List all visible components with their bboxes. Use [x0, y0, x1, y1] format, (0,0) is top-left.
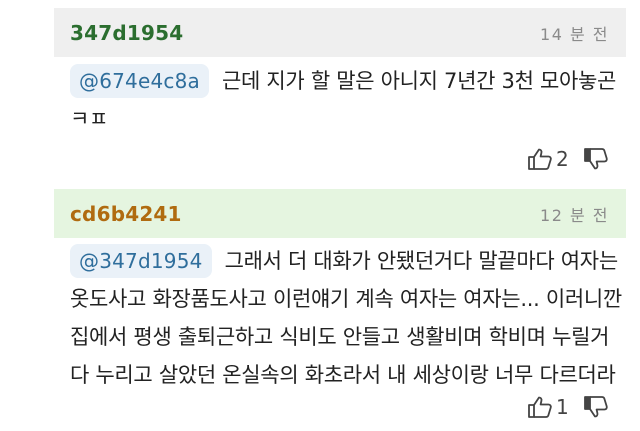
- comment-text: 근데 지가 할 말은 아니지 7년간 3천 모아놓곤: [221, 69, 617, 93]
- comment: 347d1954 14 분 전 @674e4c8a 근데 지가 할 말은 아니지 …: [0, 0, 640, 186]
- comment-header: 347d1954 14 분 전: [54, 8, 626, 57]
- comment-text: 그래서 더 대화가 안됐던거다 말끝마다 여자는: [224, 249, 619, 273]
- upvote-button[interactable]: 1: [527, 395, 583, 419]
- comment-author[interactable]: cd6b4241: [70, 202, 182, 226]
- thumbs-down-icon: [583, 148, 608, 170]
- comment-line: @674e4c8a 근데 지가 할 말은 아니지 7년간 3천 모아놓곤: [70, 62, 630, 100]
- comment-line: 집에서 평생 출퇴근하고 식비도 안들고 생활비며 학비며 누릴거: [70, 318, 630, 356]
- comment-line: ㅋㅍ: [70, 100, 630, 138]
- thumbs-up-icon: [528, 148, 552, 170]
- comment-timestamp: 12 분 전: [540, 205, 609, 225]
- comment-body: @674e4c8a 근데 지가 할 말은 아니지 7년간 3천 모아놓곤 ㅋㅍ: [70, 62, 630, 138]
- comment-text: 집에서 평생 출퇴근하고 식비도 안들고 생활비며 학비며 누릴거: [70, 325, 610, 349]
- mention-tag[interactable]: @347d1954: [70, 244, 212, 278]
- downvote-button[interactable]: [583, 395, 609, 419]
- thumbs-up-icon: [528, 396, 552, 418]
- vote-actions: 2: [527, 147, 609, 171]
- comment-body: @347d1954 그래서 더 대화가 안됐던거다 말끝마다 여자는 옷도사고 화…: [70, 242, 630, 394]
- mention-tag[interactable]: @674e4c8a: [70, 64, 209, 98]
- thumbs-down-icon: [583, 396, 608, 418]
- comment-line: 옷도사고 화장품도사고 이런얘기 계속 여자는 여자는... 이러니깐: [70, 280, 630, 318]
- comment-header: cd6b4241 12 분 전: [54, 189, 626, 238]
- like-count: 1: [556, 395, 569, 419]
- comment-text: 옷도사고 화장품도사고 이런얘기 계속 여자는 여자는... 이러니깐: [70, 287, 622, 311]
- comment-thread: 347d1954 14 분 전 @674e4c8a 근데 지가 할 말은 아니지 …: [0, 0, 640, 431]
- comment-line: @347d1954 그래서 더 대화가 안됐던거다 말끝마다 여자는: [70, 242, 630, 280]
- comment-timestamp: 14 분 전: [540, 24, 609, 44]
- downvote-button[interactable]: [583, 147, 609, 171]
- comment-author[interactable]: 347d1954: [70, 21, 183, 45]
- vote-actions: 1: [527, 395, 609, 419]
- comment-text: ㅋㅍ: [70, 107, 109, 131]
- like-count: 2: [556, 147, 569, 171]
- comment-text: 다 누리고 살았던 온실속의 화초라서 내 세상이랑 너무 다르더라: [70, 363, 616, 387]
- upvote-button[interactable]: 2: [527, 147, 583, 171]
- comment-line: 다 누리고 살았던 온실속의 화초라서 내 세상이랑 너무 다르더라: [70, 356, 630, 394]
- comment: cd6b4241 12 분 전 @347d1954 그래서 더 대화가 안됐던거다…: [0, 186, 640, 431]
